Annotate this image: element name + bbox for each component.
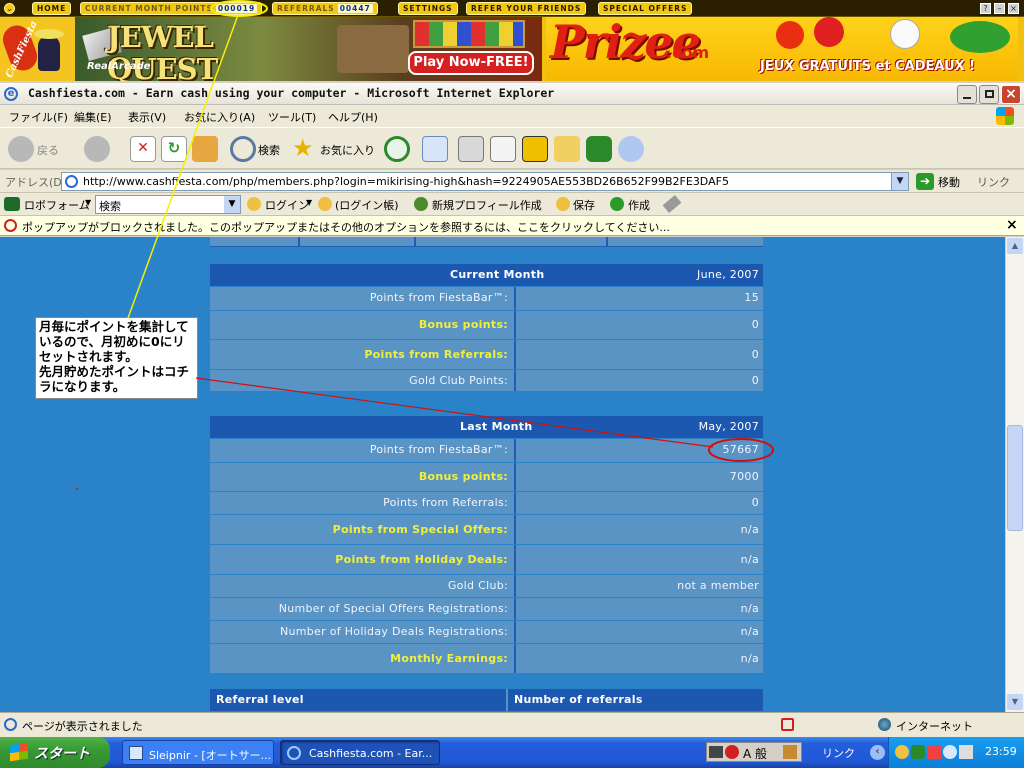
taskbar-sleipnir-label: Sleipnir - [オートサー...	[149, 749, 272, 762]
tray-icon[interactable]	[927, 745, 941, 759]
globe-icon	[878, 718, 891, 731]
tray-icon[interactable]	[911, 745, 925, 759]
windows-flag-icon	[10, 742, 28, 762]
tray-icon[interactable]	[895, 745, 909, 759]
ime-mode-text: A 般	[743, 747, 768, 761]
red-pointer-line	[195, 377, 714, 448]
taskbar-cashfiesta[interactable]: Cashfiesta.com - Ear...	[280, 740, 440, 765]
yellow-pointer-line	[127, 14, 239, 319]
vertical-scrollbar[interactable]: ▲ ▼	[1005, 237, 1024, 712]
status-bar: ページが表示されました インターネット	[0, 712, 1024, 737]
tray-expand-icon[interactable]: ‹	[870, 745, 885, 760]
tray-icon[interactable]	[943, 745, 957, 759]
system-tray: 23:59	[888, 737, 1024, 768]
keyboard-icon	[709, 746, 723, 758]
scroll-up-icon[interactable]: ▲	[1007, 238, 1023, 254]
zone-label: インターネット	[896, 720, 973, 733]
taskbar: スタート Sleipnir - [オートサー... Cashfiesta.com…	[0, 737, 1024, 768]
ie-task-icon	[287, 746, 301, 760]
popup-status-icon[interactable]	[781, 718, 794, 731]
status-icon	[4, 718, 17, 731]
sleipnir-icon	[129, 746, 143, 760]
taskbar-links[interactable]: リンク	[822, 745, 855, 761]
taskbar-sleipnir[interactable]: Sleipnir - [オートサー...	[122, 740, 274, 765]
ime-mode-icon	[725, 745, 739, 759]
scroll-thumb[interactable]	[1007, 425, 1023, 531]
ime-tool-icon	[783, 745, 797, 759]
status-text: ページが表示されました	[22, 720, 143, 733]
red-highlight-ellipse	[708, 438, 774, 462]
start-label: スタート	[34, 746, 90, 762]
scroll-down-icon[interactable]: ▼	[1007, 694, 1023, 710]
ime-toolbar[interactable]: A 般	[706, 742, 802, 762]
clock: 23:59	[985, 745, 1017, 758]
taskbar-cashfiesta-label: Cashfiesta.com - Ear...	[309, 747, 433, 760]
start-button[interactable]: スタート	[0, 737, 110, 768]
annotation-overlay	[127, 14, 774, 462]
tray-icon[interactable]	[959, 745, 973, 759]
